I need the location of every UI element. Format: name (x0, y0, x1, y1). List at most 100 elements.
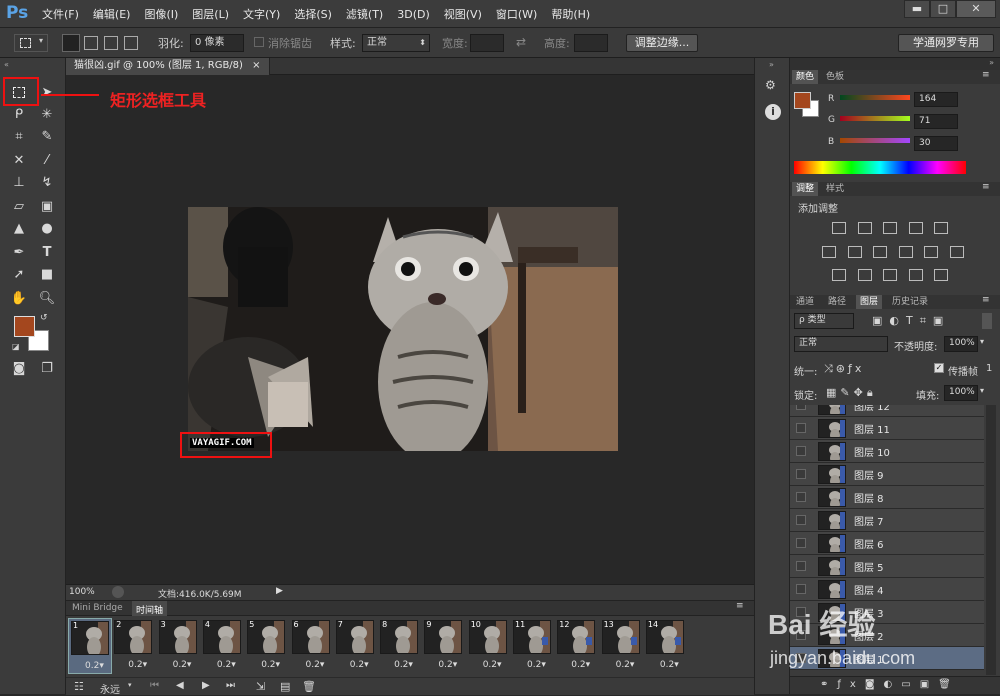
layer-row[interactable]: 图层 11 (790, 417, 984, 440)
r-input[interactable]: 164 (914, 92, 958, 107)
color-foreground-swatch[interactable] (794, 92, 811, 109)
timeline-frame[interactable]: 4 0.2▾ (201, 618, 245, 674)
layer-row[interactable]: 图层 8 (790, 486, 984, 509)
vibrance-icon[interactable] (934, 222, 948, 234)
menu-type[interactable]: 文字(Y) (243, 6, 280, 22)
swap-icon[interactable]: ⇄ (516, 35, 526, 49)
brush-tool-icon[interactable]: ⁄ (36, 150, 58, 170)
eyedropper-icon[interactable]: ✎ (36, 126, 58, 146)
minimize-button[interactable]: ▬ (904, 0, 930, 18)
frame-delay[interactable]: 0.2▾ (394, 660, 413, 670)
color-balance-icon[interactable] (847, 246, 862, 258)
prev-frame-button[interactable]: ◀ (176, 680, 184, 691)
panel-menu-icon[interactable]: ≡ (982, 70, 990, 80)
threshold-icon[interactable] (883, 269, 897, 281)
curves-icon[interactable] (883, 222, 897, 234)
crop-tool-icon[interactable]: ⌗ (8, 126, 30, 146)
add-selection-button[interactable] (84, 36, 98, 50)
menu-file[interactable]: 文件(F) (42, 6, 79, 22)
frame-delay[interactable]: 0.2▾ (173, 660, 192, 670)
frame-delay[interactable]: 0.2▾ (616, 660, 635, 670)
layer-visibility-toggle[interactable] (796, 515, 806, 525)
frame-delay[interactable]: 0.2▾ (128, 660, 147, 670)
healing-brush-icon[interactable]: ✕ (8, 150, 30, 170)
layer-visibility-toggle[interactable] (796, 446, 806, 456)
foreground-color-swatch[interactable] (14, 316, 35, 337)
first-frame-button[interactable]: ⏮ (150, 680, 159, 691)
frame-delay[interactable]: 0.2▾ (483, 660, 502, 670)
menu-filter[interactable]: 滤镜(T) (346, 6, 383, 22)
frame-delay[interactable]: 0.2▾ (85, 661, 104, 671)
magic-wand-icon[interactable]: ✳ (36, 104, 58, 124)
trash-icon[interactable]: 🗑︎ (302, 680, 316, 693)
type-tool-icon[interactable]: T (36, 242, 58, 262)
tab-swatches[interactable]: 色板 (822, 70, 848, 84)
panel-menu-icon[interactable]: ≡ (982, 182, 990, 192)
clone-stamp-icon[interactable]: ⊥ (8, 172, 30, 192)
brightness-icon[interactable] (832, 222, 846, 234)
height-input[interactable] (574, 34, 608, 52)
status-info-icon[interactable] (112, 586, 124, 598)
tab-color[interactable]: 颜色 (792, 70, 819, 84)
layer-row[interactable]: 图层 5 (790, 555, 984, 578)
refine-edge-button[interactable]: 调整边缘... (626, 34, 698, 52)
default-colors-icon[interactable]: ◪ (12, 342, 20, 351)
frame-delay[interactable]: 0.2▾ (261, 660, 280, 670)
tab-channels[interactable]: 通道 (792, 295, 818, 309)
hand-tool-icon[interactable]: ✋ (8, 288, 30, 308)
menu-edit[interactable]: 编辑(E) (93, 6, 131, 22)
layer-row[interactable]: 图层 9 (790, 463, 984, 486)
image-canvas[interactable]: VAYAGIF.COM (188, 207, 618, 451)
frame-delay[interactable]: 0.2▾ (306, 660, 325, 670)
r-slider[interactable] (840, 95, 910, 100)
zoom-level[interactable]: 100% (69, 587, 95, 597)
tab-adjustments[interactable]: 调整 (792, 182, 819, 196)
layer-row[interactable]: 图层 10 (790, 440, 984, 463)
new-selection-button[interactable] (62, 34, 80, 52)
path-selection-icon[interactable]: ➚ (8, 264, 30, 284)
timeline-frame[interactable]: 10 0.2▾ (467, 618, 511, 674)
quick-mask-icon[interactable]: ◙ (8, 358, 30, 378)
color-ramp[interactable] (794, 161, 966, 174)
panel-menu-icon[interactable]: ≡ (982, 295, 990, 305)
g-slider[interactable] (840, 116, 910, 121)
color-lookup-icon[interactable] (949, 246, 964, 258)
timeline-frame[interactable]: 14 0.2▾ (644, 618, 688, 674)
panel-menu-icon[interactable]: ≡ (736, 601, 744, 611)
expand-icon[interactable]: » (769, 60, 774, 69)
timeline-frame[interactable]: 8 0.2▾ (378, 618, 422, 674)
opacity-input[interactable]: 100% (944, 336, 978, 352)
chevron-down-icon[interactable]: ▾ (980, 337, 984, 346)
propagate-checkbox[interactable]: ✓ (934, 363, 944, 373)
collapse-icon[interactable]: » (989, 58, 994, 67)
b-input[interactable]: 30 (914, 136, 958, 151)
layer-row[interactable]: 图层 12 (790, 405, 984, 417)
collapse-icon[interactable]: « (4, 60, 9, 69)
layer-visibility-toggle[interactable] (796, 561, 806, 571)
zoom-tool-icon[interactable]: 🔍︎ (36, 288, 58, 308)
duplicate-frame-icon[interactable]: ▤ (280, 680, 290, 693)
gradient-map-icon[interactable] (934, 269, 948, 281)
pen-tool-icon[interactable]: ✒ (8, 242, 30, 262)
tab-history[interactable]: 历史记录 (888, 295, 932, 309)
blend-mode-select[interactable]: 正常 (794, 336, 888, 352)
layer-visibility-toggle[interactable] (796, 469, 806, 479)
timeline-frame[interactable]: 13 0.2▾ (600, 618, 644, 674)
tab-layers[interactable]: 图层 (856, 295, 883, 309)
layer-visibility-toggle[interactable] (796, 423, 806, 433)
tween-icon[interactable]: ⇲ (256, 680, 265, 693)
timeline-frame[interactable]: 6 0.2▾ (290, 618, 334, 674)
layer-visibility-toggle[interactable] (796, 492, 806, 502)
layer-visibility-toggle[interactable] (796, 538, 806, 548)
document-tab[interactable]: 猫很凶.gif @ 100% (图层 1, RGB/8) × (66, 58, 270, 75)
play-button[interactable]: ▶ (202, 680, 210, 691)
info-icon[interactable]: i (765, 104, 781, 120)
gradient-icon[interactable]: ▣ (36, 196, 58, 216)
status-menu-arrow-icon[interactable]: ▶ (276, 586, 283, 596)
layer-kind-filter[interactable]: ρ 类型 (794, 313, 854, 329)
layers-scrollbar[interactable] (986, 405, 996, 675)
eraser-icon[interactable]: ▱ (8, 196, 30, 216)
menu-3d[interactable]: 3D(D) (397, 8, 430, 21)
layer-visibility-toggle[interactable] (796, 405, 806, 410)
filter-toggle[interactable] (982, 313, 992, 329)
